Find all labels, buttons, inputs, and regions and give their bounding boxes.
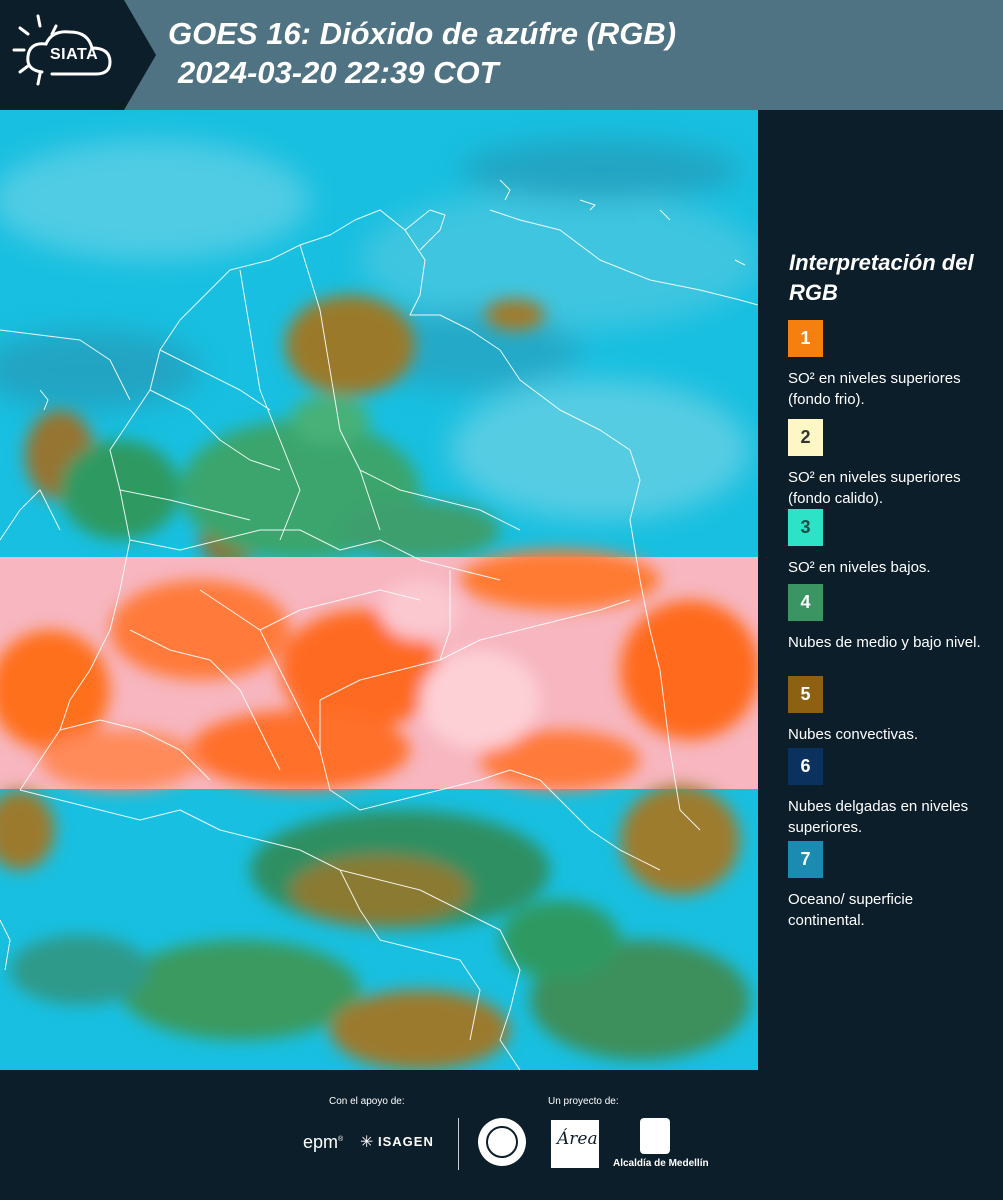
legend-item-1: 1 SO² en niveles superiores (fondo frio)… (788, 320, 993, 410)
page-timestamp: 2024-03-20 22:39 COT (178, 55, 499, 90)
alcaldia-label: Alcaldía de Medellín (613, 1158, 709, 1169)
header-bar: SIATA GOES 16: Dióxido de azúfre (RGB) 2… (0, 0, 1003, 110)
page-title: GOES 16: Dióxido de azúfre (RGB) (168, 16, 677, 51)
isagen-icon: ✳ (360, 1134, 374, 1151)
legend-item-2: 2 SO² en niveles superiores (fondo calid… (788, 419, 993, 509)
legend-label: Nubes delgadas en niveles superiores. (788, 798, 969, 836)
satellite-map[interactable] (0, 110, 758, 1070)
alcaldia-crest-icon[interactable] (640, 1118, 670, 1154)
siata-logo[interactable]: SIATA (0, 0, 156, 110)
satellite-image (0, 110, 758, 1070)
legend-label: SO² en niveles superiores (fondo calido)… (788, 469, 961, 507)
medellin-seal-icon[interactable] (478, 1118, 526, 1166)
isagen-logo[interactable]: ISAGEN (378, 1134, 434, 1149)
seal-ring (486, 1126, 518, 1158)
legend-swatch: 6 (788, 748, 823, 785)
area-logo-text: Área (557, 1129, 598, 1149)
project-label: Un proyecto de: (548, 1096, 619, 1107)
legend-item-4: 4 Nubes de medio y bajo nivel. (788, 584, 993, 653)
sponsors-footer: Con el apoyo de: Un proyecto de: epm® ✳ … (0, 1070, 1003, 1200)
legend-swatch: 1 (788, 320, 823, 357)
legend-item-5: 5 Nubes convectivas. (788, 676, 993, 745)
footer-divider (458, 1118, 459, 1170)
legend-label: Nubes convectivas. (788, 726, 919, 743)
support-label: Con el apoyo de: (329, 1096, 405, 1107)
legend-title: Interpretación del RGB (789, 250, 974, 305)
legend-swatch: 2 (788, 419, 823, 456)
legend-swatch: 5 (788, 676, 823, 713)
legend-label: SO² en niveles superiores (fondo frio). (788, 370, 961, 408)
siata-logo-text: SIATA (50, 46, 99, 63)
legend-label: SO² en niveles bajos. (788, 559, 931, 576)
legend-swatch: 4 (788, 584, 823, 621)
legend-item-7: 7 Oceano/ superficie continental. (788, 841, 993, 931)
legend-item-6: 6 Nubes delgadas en niveles superiores. (788, 748, 993, 838)
epm-logo-text: epm (303, 1132, 339, 1152)
legend-item-3: 3 SO² en niveles bajos. (788, 509, 993, 578)
area-metropolitana-logo[interactable]: Área (551, 1120, 599, 1168)
epm-logo[interactable]: epm® (303, 1132, 343, 1153)
legend-panel: Interpretación del RGB 1 SO² en niveles … (762, 110, 1003, 1070)
legend-label: Nubes de medio y bajo nivel. (788, 634, 981, 651)
registered-icon: ® (338, 1136, 344, 1143)
legend-swatch: 3 (788, 509, 823, 546)
legend-swatch: 7 (788, 841, 823, 878)
legend-label: Oceano/ superficie continental. (788, 891, 914, 929)
